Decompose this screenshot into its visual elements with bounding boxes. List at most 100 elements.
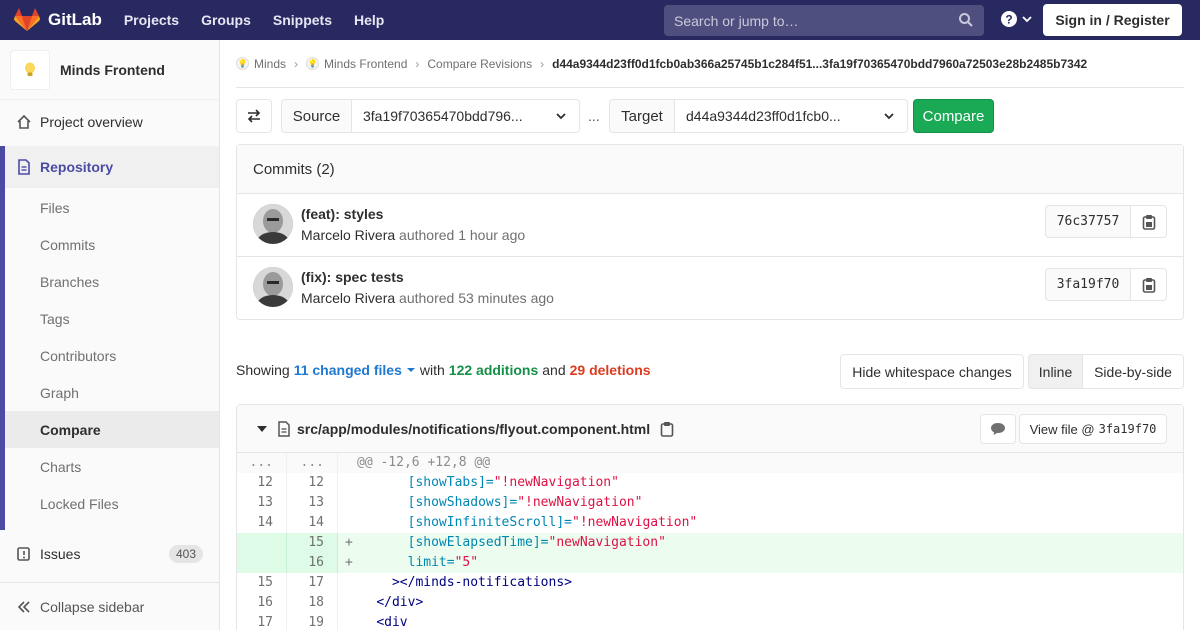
- view-file-button[interactable]: View file @ 3fa19f70: [1019, 414, 1167, 444]
- code-attribute: [showShadows]=: [407, 495, 518, 510]
- code-line: ></minds-notifications>: [338, 573, 1183, 593]
- old-line-number[interactable]: 16: [237, 593, 287, 613]
- sidebar-subitem-branches[interactable]: Branches: [5, 263, 219, 300]
- sidebar-subitem-contributors[interactable]: Contributors: [5, 337, 219, 374]
- sidebar-subitem-tags[interactable]: Tags: [5, 300, 219, 337]
- commit-author[interactable]: Marcelo Rivera: [301, 227, 395, 243]
- code-string: "newNavigation": [548, 535, 666, 550]
- breadcrumb-item-compare[interactable]: Compare Revisions: [427, 57, 532, 71]
- sidebar-item-issues[interactable]: Issues 403: [0, 535, 219, 572]
- sidebar-subitem-graph[interactable]: Graph: [5, 374, 219, 411]
- code-line: + [showElapsedTime]="newNavigation": [338, 533, 1183, 553]
- code-line: [showShadows]="!newNavigation": [338, 493, 1183, 513]
- document-icon: [16, 158, 32, 175]
- commit-time: 1 hour ago: [458, 227, 526, 243]
- chevron-down-icon: [1022, 16, 1032, 23]
- nav-links: Projects Groups Snippets Help: [124, 12, 407, 28]
- old-line-number[interactable]: 14: [237, 513, 287, 533]
- new-line-number[interactable]: 13: [287, 493, 338, 513]
- gitlab-logo[interactable]: GitLab: [14, 8, 102, 32]
- stats-and: and: [542, 362, 566, 378]
- old-line-number[interactable]: [237, 553, 287, 573]
- code-string: "!newNavigation": [493, 475, 619, 490]
- chevron-down-icon: [556, 113, 566, 120]
- diff-sign: +: [345, 555, 353, 570]
- commit-title[interactable]: (feat): styles: [301, 206, 383, 222]
- hide-whitespace-button[interactable]: Hide whitespace changes: [840, 354, 1024, 389]
- commit-sha-group: 3fa19f70: [1045, 268, 1167, 301]
- collapse-sidebar-button[interactable]: Collapse sidebar: [0, 582, 219, 630]
- toggle-comments-button[interactable]: [980, 414, 1016, 444]
- copy-path-icon[interactable]: [660, 421, 674, 437]
- search-input[interactable]: Search or jump to…: [664, 5, 984, 36]
- new-line-number[interactable]: 15: [287, 533, 338, 553]
- diff-sign: +: [345, 535, 353, 550]
- target-revision-dropdown[interactable]: d44a9344d23ff0d1fcb0...: [675, 99, 908, 133]
- code-line: [showInfiniteScroll]="!newNavigation": [338, 513, 1183, 533]
- diff-sign: [345, 495, 353, 510]
- top-navbar: GitLab Projects Groups Snippets Help Sea…: [0, 0, 1200, 40]
- new-line-number[interactable]: 14: [287, 513, 338, 533]
- old-line-number[interactable]: 12: [237, 473, 287, 493]
- sidebar-item-repository[interactable]: Repository: [0, 148, 219, 185]
- help-dropdown[interactable]: ?: [1000, 10, 1033, 28]
- nav-help-link[interactable]: Help: [354, 12, 384, 28]
- new-line-number[interactable]: 18: [287, 593, 338, 613]
- old-line-number[interactable]: 15: [237, 573, 287, 593]
- old-line-number[interactable]: 13: [237, 493, 287, 513]
- sidebar-subitem-compare[interactable]: Compare: [5, 411, 219, 448]
- old-line-number[interactable]: [237, 533, 287, 553]
- sidebar-subitem-files[interactable]: Files: [5, 189, 219, 226]
- new-line-number[interactable]: 17: [287, 573, 338, 593]
- breadcrumb-label: Minds: [254, 56, 287, 71]
- new-line-number[interactable]: 19: [287, 613, 338, 630]
- home-icon: [16, 114, 32, 130]
- sidebar-subitem-locked-files[interactable]: Locked Files: [5, 485, 219, 522]
- sidebar-subitem-commits[interactable]: Commits: [5, 226, 219, 263]
- range-separator: ...: [588, 108, 600, 124]
- changed-files-dropdown[interactable]: 11 changed files: [294, 362, 416, 378]
- diff-sign: [345, 575, 353, 590]
- brand-name: GitLab: [48, 10, 102, 29]
- author-avatar[interactable]: [253, 267, 293, 307]
- gitlab-tanuki-icon: [14, 8, 40, 31]
- breadcrumb-item-project[interactable]: 💡 Minds Frontend: [306, 57, 407, 71]
- new-line-number[interactable]: 12: [287, 473, 338, 493]
- commit-title[interactable]: (fix): spec tests: [301, 269, 404, 285]
- diff-file-path[interactable]: src/app/modules/notifications/flyout.com…: [297, 421, 650, 437]
- swap-revisions-button[interactable]: [236, 99, 272, 133]
- author-avatar[interactable]: [253, 204, 293, 244]
- commit-sha-link[interactable]: 76c37757: [1045, 205, 1131, 238]
- compare-button[interactable]: Compare: [913, 99, 994, 133]
- breadcrumb: 💡 Minds › 💡 Minds Frontend › Compare Rev…: [236, 40, 1184, 88]
- old-line-number[interactable]: 17: [237, 613, 287, 630]
- signin-register-button[interactable]: Sign in / Register: [1043, 4, 1182, 36]
- sidebar-item-label: Issues: [40, 545, 81, 562]
- commit-author[interactable]: Marcelo Rivera: [301, 290, 395, 306]
- nav-snippets-link[interactable]: Snippets: [273, 12, 332, 28]
- commit-meta: Marcelo Rivera authored 1 hour ago: [301, 227, 525, 243]
- lightbulb-icon: [25, 62, 35, 76]
- copy-sha-button[interactable]: [1131, 268, 1167, 301]
- diff-sign: [345, 475, 353, 490]
- sidebar-item-project-overview[interactable]: Project overview: [0, 103, 219, 140]
- breadcrumb-item-group[interactable]: 💡 Minds: [236, 57, 286, 71]
- sidebar-project-header[interactable]: Minds Frontend: [0, 40, 219, 100]
- svg-text:?: ?: [1005, 13, 1012, 27]
- new-line-number[interactable]: ...: [287, 453, 338, 473]
- collapse-caret-icon[interactable]: [256, 423, 268, 435]
- side-by-side-view-button[interactable]: Side-by-side: [1083, 354, 1184, 389]
- inline-view-button[interactable]: Inline: [1028, 354, 1083, 389]
- commit-sha-link[interactable]: 3fa19f70: [1045, 268, 1131, 301]
- nav-groups-link[interactable]: Groups: [201, 12, 251, 28]
- sidebar-subitem-charts[interactable]: Charts: [5, 448, 219, 485]
- source-revision-dropdown[interactable]: 3fa19f70365470bdd796...: [352, 99, 580, 133]
- commit-time: 53 minutes ago: [458, 290, 554, 306]
- nav-projects-link[interactable]: Projects: [124, 12, 179, 28]
- new-line-number[interactable]: 16: [287, 553, 338, 573]
- old-line-number[interactable]: ...: [237, 453, 287, 473]
- file-icon: [278, 420, 290, 437]
- copy-sha-button[interactable]: [1131, 205, 1167, 238]
